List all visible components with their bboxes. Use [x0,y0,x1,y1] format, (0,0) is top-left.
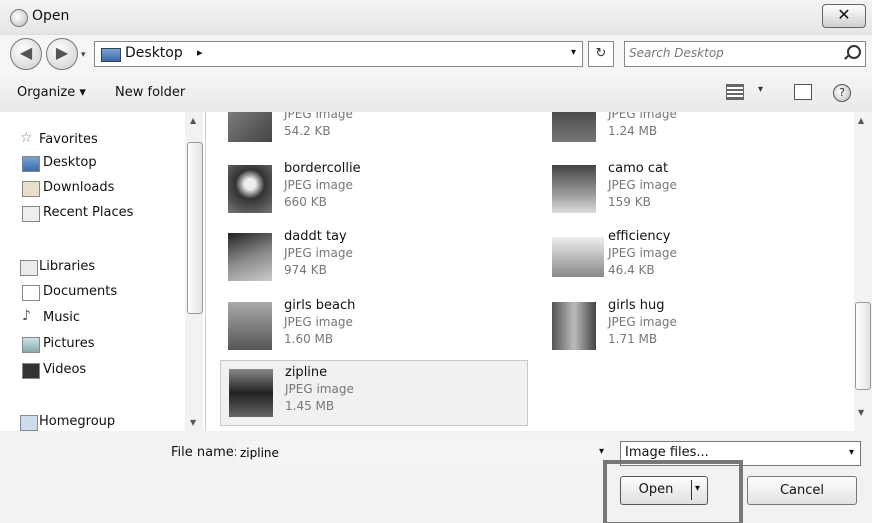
nav-libraries[interactable]: Libraries [0,257,184,279]
documents-icon [22,285,40,301]
app-icon [10,9,28,27]
file-list-scrollbar[interactable]: ▲ ▼ [854,112,872,431]
open-button[interactable]: Open ▾ [620,476,708,505]
star-icon: ☆ [20,130,33,146]
file-scroll-thumb[interactable] [855,302,871,390]
view-options-icon[interactable] [726,84,744,100]
back-button[interactable]: ◀ [10,38,42,70]
open-button-label[interactable]: Open [621,482,691,497]
nav-favorites[interactable]: ☆ Favorites [0,130,184,152]
file-thumbnail [229,369,273,417]
file-name-combobox[interactable]: ▾ [236,441,606,464]
chevron-down-icon[interactable]: ▾ [599,446,604,457]
title-bar: Open ✕ [0,0,872,35]
chevron-right-icon[interactable]: ▸ [197,46,203,59]
file-item[interactable]: daddt tay JPEG image 974 KB [206,225,496,289]
search-icon[interactable] [847,45,861,59]
file-thumbnail [228,233,272,281]
refresh-button[interactable]: ↻ [588,41,614,67]
file-item[interactable]: efficiency JPEG image 46.4 KB [530,225,820,289]
dialog-footer: File name: ▾ Image files... ▾ Open ▾ Can… [0,431,872,523]
search-input[interactable] [629,43,834,63]
organize-button[interactable]: Organize ▾ [17,85,86,100]
search-box[interactable] [624,41,866,67]
file-thumbnail [552,302,596,350]
file-item[interactable]: JPEG image 54.2 KB [206,112,496,150]
file-name-label: File name: [171,445,239,460]
file-thumbnail [228,302,272,350]
new-folder-button[interactable]: New folder [115,85,185,100]
nav-item-recent-places[interactable]: Recent Places [0,203,184,225]
nav-item-desktop[interactable]: Desktop [0,153,184,175]
preview-pane-icon[interactable] [794,84,812,100]
scroll-up-icon[interactable]: ▲ [858,116,864,125]
downloads-icon [22,181,40,197]
file-name-input[interactable] [240,445,570,461]
file-thumbnail [552,112,596,142]
nav-item-music[interactable]: ♪ Music [0,308,184,330]
nav-item-documents[interactable]: Documents [0,282,184,304]
file-item[interactable]: girls hug JPEG image 1.71 MB [530,294,820,358]
address-bar[interactable]: Desktop ▸ ▾ [94,41,583,67]
libraries-icon [20,260,38,276]
music-icon: ♪ [22,308,31,324]
address-bar-row: ◀ ▶ ▾ Desktop ▸ ▾ ↻ [0,34,872,74]
window-title: Open [32,8,70,24]
nav-scroll-thumb[interactable] [187,142,203,314]
videos-icon [22,363,40,379]
desktop-icon [22,156,40,172]
recent-places-icon [22,206,40,222]
open-dialog: Open ✕ ◀ ▶ ▾ Desktop ▸ ▾ ↻ Organize ▾ Ne… [0,0,872,523]
file-type-value[interactable]: Image files... [625,445,709,460]
file-item[interactable]: girls beach JPEG image 1.60 MB [206,294,496,358]
file-item[interactable]: camo cat JPEG image 159 KB [530,157,820,221]
nav-item-downloads[interactable]: Downloads [0,178,184,200]
homegroup-icon [20,415,38,431]
scroll-down-icon[interactable]: ▼ [858,408,864,417]
file-list: JPEG image 54.2 KB JPEG image 1.24 MB bo… [206,112,854,431]
help-icon[interactable]: ? [833,84,851,102]
forward-button[interactable]: ▶ [46,38,78,70]
nav-item-pictures[interactable]: Pictures [0,334,184,356]
file-item[interactable]: bordercollie JPEG image 660 KB [206,157,496,221]
file-thumbnail [228,165,272,213]
nav-homegroup[interactable]: Homegroup [0,412,184,431]
nav-item-videos[interactable]: Videos [0,360,184,382]
split-divider [691,480,692,500]
file-thumbnail [552,165,596,213]
pictures-icon [22,337,40,353]
file-thumbnail [552,237,604,277]
view-dropdown-icon[interactable]: ▾ [758,84,763,95]
close-button[interactable]: ✕ [822,4,866,28]
desktop-folder-icon [101,48,121,62]
cancel-button[interactable]: Cancel [747,476,857,505]
open-options-dropdown-icon[interactable]: ▾ [695,483,700,494]
file-item-selected[interactable]: zipline JPEG image 1.45 MB [220,360,528,426]
scroll-up-icon[interactable]: ▲ [190,116,196,125]
nav-scrollbar[interactable]: ▲ ▼ [185,112,203,431]
recent-pages-dropdown[interactable]: ▾ [81,50,86,60]
file-thumbnail [228,112,272,142]
address-path[interactable]: Desktop [125,45,183,61]
navigation-pane: ☆ Favorites Desktop Downloads Recent Pla… [0,112,206,431]
chevron-down-icon[interactable]: ▾ [849,447,854,458]
scroll-down-icon[interactable]: ▼ [190,418,196,427]
chevron-down-icon[interactable]: ▾ [571,47,576,58]
command-bar: Organize ▾ New folder ▾ ? [0,74,872,113]
file-item[interactable]: JPEG image 1.24 MB [530,112,820,150]
